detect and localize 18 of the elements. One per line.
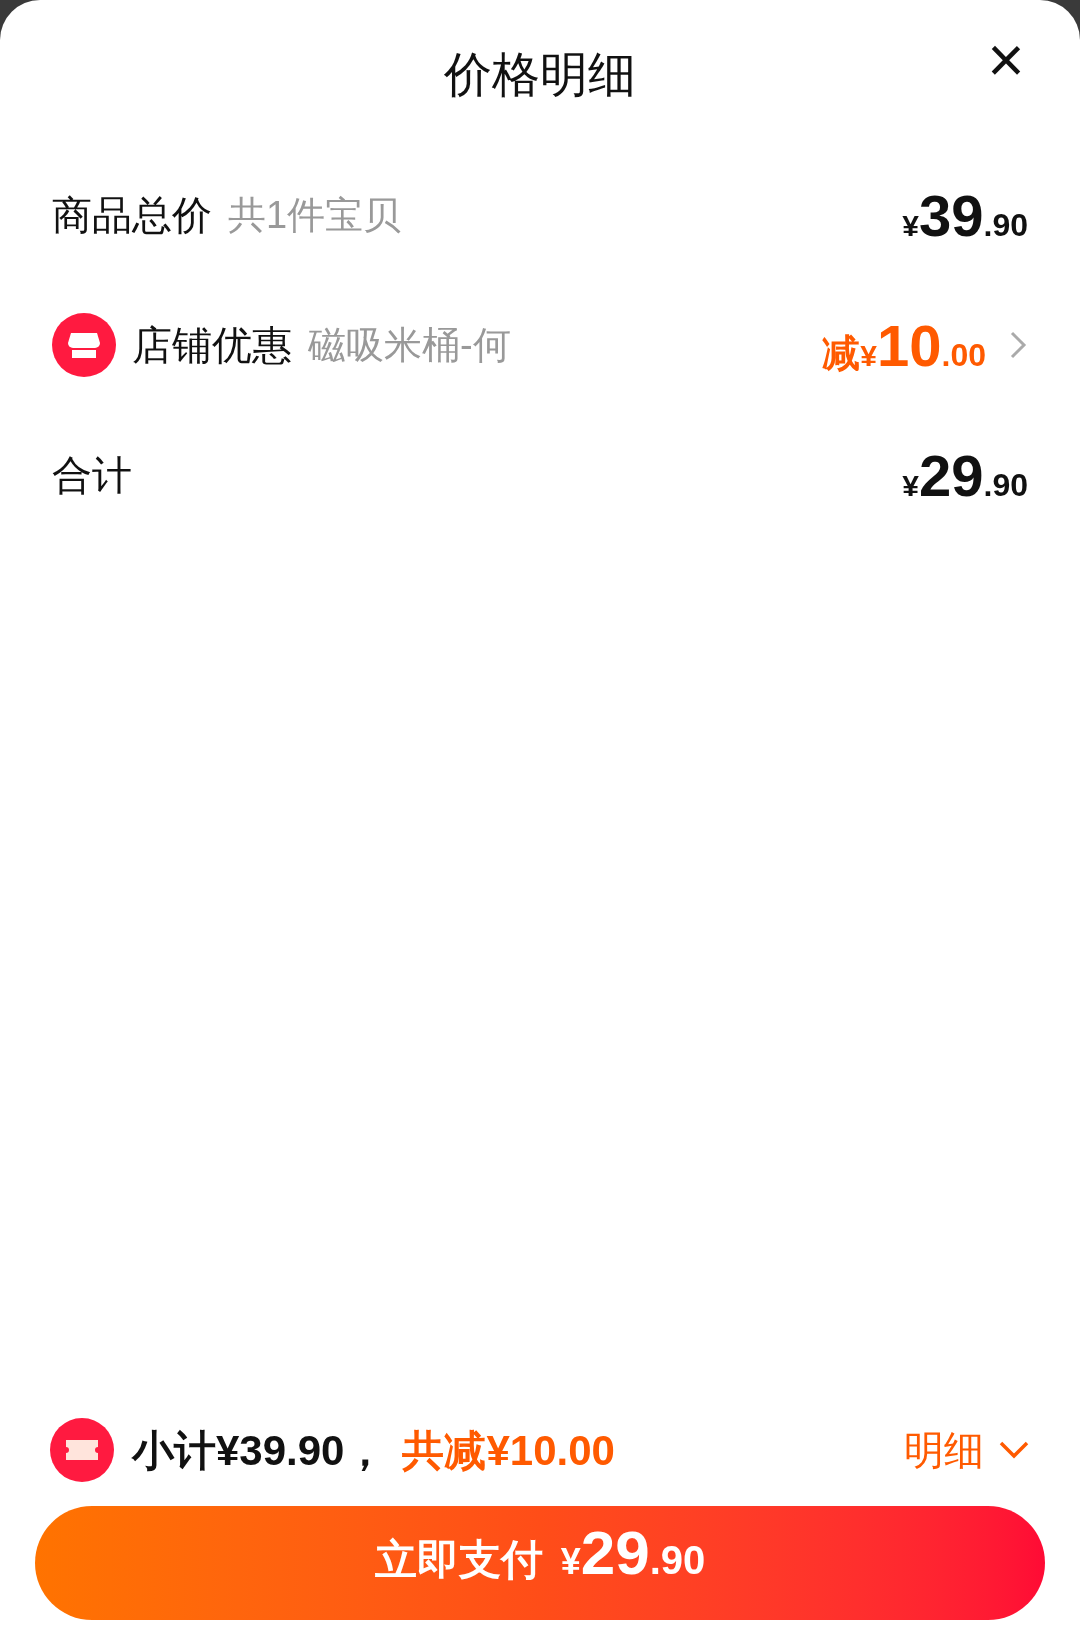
row-label: 合计 — [52, 452, 132, 499]
row-label: 商品总价 — [52, 192, 212, 239]
subtotal-text: 小计¥39.90， — [132, 1425, 387, 1476]
chevron-right-icon[interactable] — [1008, 329, 1028, 361]
discount-total: 共减¥10.00 — [402, 1425, 615, 1476]
pay-button[interactable]: 立即支付 ¥29.90 — [35, 1506, 1045, 1620]
row-label: 店铺优惠 — [132, 322, 292, 369]
price-amount: 减¥10.00 — [822, 311, 986, 380]
ticket-icon — [50, 1418, 114, 1482]
details-toggle[interactable]: 明细 — [904, 1420, 1030, 1480]
price-amount: ¥39.90 — [902, 181, 1028, 250]
chevron-down-icon — [998, 1440, 1030, 1460]
row-note: 磁吸米桶-何 — [308, 322, 511, 368]
row-note: 共1件宝贝 — [228, 192, 402, 238]
store-icon — [52, 313, 116, 377]
sheet-title: 价格明细 — [444, 47, 636, 103]
close-button[interactable]: × — [976, 30, 1036, 90]
price-amount: ¥29.90 — [902, 441, 1028, 510]
